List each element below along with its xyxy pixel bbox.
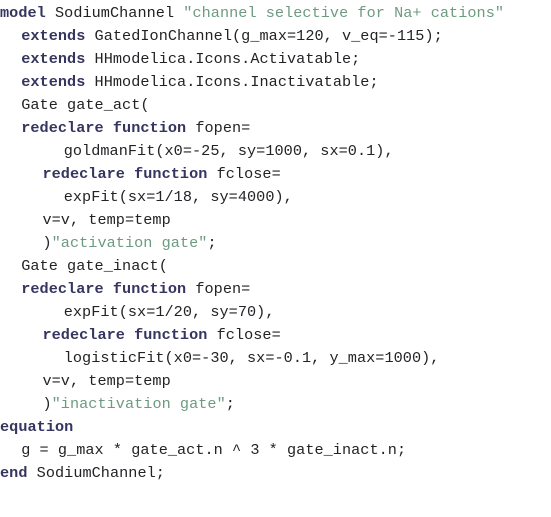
code-token-plain: fopen= xyxy=(186,119,251,137)
code-token-plain: logisticFit(x0=-30, sx=-0.1, y_max=1000)… xyxy=(63,349,440,367)
code-line: Gate gate_inact( xyxy=(0,255,551,278)
code-line: redeclare function fclose= xyxy=(0,163,551,186)
code-line: v=v, temp=temp xyxy=(0,370,551,393)
code-token-plain: ; xyxy=(225,395,235,413)
code-token-keyword: extends xyxy=(21,50,86,68)
code-line: expFit(sx=1/18, sy=4000), xyxy=(0,186,551,209)
code-token-plain: fclose= xyxy=(207,326,281,344)
code-token-plain: v=v, temp=temp xyxy=(42,372,171,390)
code-token-plain: g = g_max * gate_act.n ^ 3 * gate_inact.… xyxy=(21,441,407,459)
code-token-plain: Gate gate_inact( xyxy=(21,257,168,275)
code-line: extends HHmodelica.Icons.Activatable; xyxy=(0,48,551,71)
code-token-plain: fclose= xyxy=(207,165,281,183)
code-token-string: "activation gate" xyxy=(51,234,208,252)
code-line: goldmanFit(x0=-25, sy=1000, sx=0.1), xyxy=(0,140,551,163)
code-line: logisticFit(x0=-30, sx=-0.1, y_max=1000)… xyxy=(0,347,551,370)
code-line: equation xyxy=(0,416,551,439)
code-token-keyword: end xyxy=(0,464,28,482)
code-token-plain: HHmodelica.Icons.Activatable; xyxy=(85,50,361,68)
code-line: end SodiumChannel; xyxy=(0,462,551,485)
code-token-keyword: extends xyxy=(21,27,86,45)
code-token-keyword: redeclare function xyxy=(21,280,187,298)
code-token-plain: expFit(sx=1/20, sy=70), xyxy=(63,303,275,321)
code-token-plain: ; xyxy=(207,234,217,252)
code-token-plain: GatedIonChannel(g_max=120, v_eq=-115); xyxy=(85,27,443,45)
code-token-string: "inactivation gate" xyxy=(51,395,226,413)
code-token-plain: fopen= xyxy=(186,280,251,298)
code-line: redeclare function fopen= xyxy=(0,278,551,301)
code-line: )"activation gate"; xyxy=(0,232,551,255)
code-token-plain: ) xyxy=(42,395,52,413)
code-line: g = g_max * gate_act.n ^ 3 * gate_inact.… xyxy=(0,439,551,462)
code-token-plain: SodiumChannel; xyxy=(27,464,165,482)
code-token-plain: Gate gate_act( xyxy=(21,96,150,114)
code-listing: model SodiumChannel "channel selective f… xyxy=(0,0,551,517)
code-token-keyword: model xyxy=(0,4,46,22)
code-token-keyword: redeclare function xyxy=(42,326,208,344)
code-line: v=v, temp=temp xyxy=(0,209,551,232)
code-token-plain: SodiumChannel xyxy=(45,4,184,22)
code-token-plain: goldmanFit(x0=-25, sy=1000, sx=0.1), xyxy=(63,142,394,160)
code-token-keyword: equation xyxy=(0,418,74,436)
code-line: )"inactivation gate"; xyxy=(0,393,551,416)
code-line: model SodiumChannel "channel selective f… xyxy=(0,2,551,25)
code-line: redeclare function fclose= xyxy=(0,324,551,347)
code-token-keyword: extends xyxy=(21,73,86,91)
code-token-plain: expFit(sx=1/18, sy=4000), xyxy=(63,188,293,206)
code-line: expFit(sx=1/20, sy=70), xyxy=(0,301,551,324)
code-line: extends HHmodelica.Icons.Inactivatable; xyxy=(0,71,551,94)
code-line: Gate gate_act( xyxy=(0,94,551,117)
code-token-plain: HHmodelica.Icons.Inactivatable; xyxy=(85,73,379,91)
code-line: extends GatedIonChannel(g_max=120, v_eq=… xyxy=(0,25,551,48)
code-token-plain: v=v, temp=temp xyxy=(42,211,171,229)
code-token-keyword: redeclare function xyxy=(21,119,187,137)
code-token-plain: ) xyxy=(42,234,52,252)
code-line: redeclare function fopen= xyxy=(0,117,551,140)
code-token-string: "channel selective for Na+ cations" xyxy=(183,4,505,22)
code-token-keyword: redeclare function xyxy=(42,165,208,183)
